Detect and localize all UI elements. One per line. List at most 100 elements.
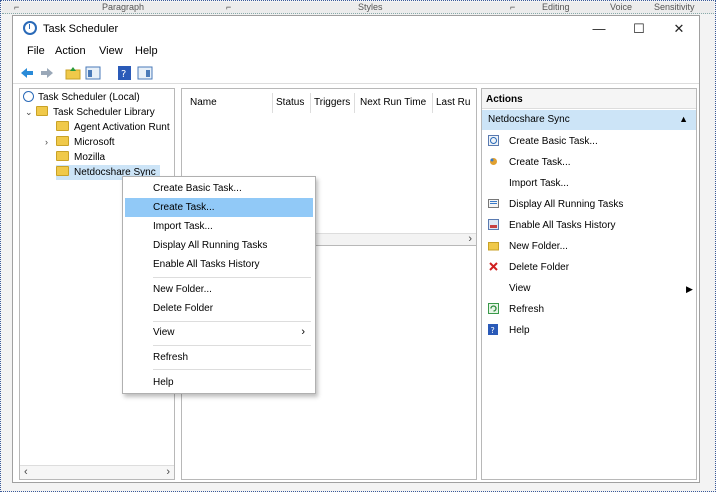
ctx-create-basic-task[interactable]: Create Basic Task...	[125, 179, 313, 198]
column-divider[interactable]	[432, 93, 433, 113]
delete-icon	[489, 262, 498, 271]
tree-horizontal-scrollbar[interactable]: ‹ ›	[20, 465, 174, 479]
menu-separator	[153, 345, 311, 346]
back-icon[interactable]	[19, 66, 35, 80]
tree-item-mozilla[interactable]: Mozilla	[56, 150, 105, 165]
folder-icon	[56, 136, 69, 146]
ribbon-mark: ⌐	[226, 2, 232, 12]
actions-pane: Actions Netdocshare Sync ▲ Create Basic …	[481, 88, 697, 480]
show-hide-console-tree-icon[interactable]	[85, 66, 101, 80]
action-label: View	[509, 283, 531, 294]
action-enable-tasks-history[interactable]: Enable All Tasks History	[488, 217, 616, 235]
ctx-view-label: View	[153, 327, 175, 338]
action-delete-folder[interactable]: Delete Folder	[488, 259, 569, 277]
ribbon-label-editing: Editing	[542, 2, 570, 12]
close-button[interactable]: ✕	[659, 18, 699, 40]
forward-icon[interactable]	[39, 66, 55, 80]
menu-file[interactable]: File	[27, 45, 45, 57]
actions-section-netdocshare-sync[interactable]: Netdocshare Sync ▲	[482, 110, 696, 130]
scroll-right-arrow[interactable]: ›	[166, 466, 170, 478]
action-help[interactable]: ? Help	[488, 322, 530, 340]
tree-root-local[interactable]: Task Scheduler (Local)	[23, 90, 140, 105]
action-create-task[interactable]: Create Task...	[488, 154, 571, 172]
menu-action[interactable]: Action	[55, 45, 86, 57]
action-label: Create Task...	[509, 157, 571, 168]
folder-icon	[488, 242, 499, 251]
action-refresh[interactable]: Refresh	[488, 301, 544, 319]
menu-bar: File Action View Help	[13, 42, 699, 62]
folder-icon	[56, 151, 69, 161]
ribbon-mark: ⌐	[510, 2, 516, 12]
up-folder-icon[interactable]	[65, 66, 81, 80]
history-icon	[488, 219, 499, 230]
svg-text:?: ?	[121, 69, 126, 80]
ctx-view[interactable]: View ›	[125, 323, 313, 342]
ctx-create-task[interactable]: Create Task...	[125, 198, 313, 217]
background-ribbon: ⌐ Paragraph ⌐ Styles ⌐ Editing Voice Sen…	[2, 2, 714, 14]
chevron-down-icon[interactable]: ⌄	[25, 107, 33, 118]
action-create-basic-task[interactable]: Create Basic Task...	[488, 133, 598, 151]
ctx-help[interactable]: Help	[125, 373, 313, 392]
ribbon-label-paragraph: Paragraph	[102, 2, 145, 12]
help-toolbar-icon[interactable]: ?	[117, 66, 133, 80]
maximize-button[interactable]: ☐	[619, 18, 659, 40]
column-next-run-time[interactable]: Next Run Time	[360, 97, 426, 108]
ribbon-mark: ⌐	[14, 2, 20, 12]
column-status[interactable]: Status	[276, 97, 304, 108]
ribbon-label-voice: Voice	[610, 2, 633, 12]
tree-item-label: Mozilla	[74, 152, 106, 163]
menu-help[interactable]: Help	[135, 45, 158, 57]
library-folder-icon	[36, 106, 48, 116]
minimize-button[interactable]: —	[579, 18, 619, 40]
scroll-left-arrow[interactable]: ‹	[24, 466, 28, 478]
column-name[interactable]: Name	[190, 97, 217, 108]
action-label: Help	[509, 325, 530, 336]
action-import-task[interactable]: Import Task...	[488, 175, 569, 193]
actions-header: Actions	[482, 89, 696, 109]
tree-item-microsoft[interactable]: Microsoft	[56, 135, 115, 150]
ribbon-label-styles: Styles	[358, 2, 383, 12]
running-tasks-icon	[488, 199, 499, 208]
svg-text:?: ?	[491, 326, 495, 335]
toolbar: ?	[13, 62, 699, 84]
show-hide-action-pane-icon[interactable]	[137, 66, 153, 80]
create-basic-task-icon	[488, 135, 499, 146]
tree-library[interactable]: Task Scheduler Library	[36, 105, 155, 120]
task-scheduler-clock-icon	[23, 21, 37, 35]
column-divider[interactable]	[354, 93, 355, 113]
ctx-refresh[interactable]: Refresh	[125, 348, 313, 367]
folder-icon	[56, 121, 69, 131]
help-icon: ?	[488, 324, 498, 335]
column-divider[interactable]	[272, 93, 273, 113]
collapse-up-icon[interactable]: ▲	[679, 114, 688, 124]
menu-separator	[153, 369, 311, 370]
action-label: Refresh	[509, 304, 545, 315]
action-view[interactable]: View ▶	[488, 280, 693, 298]
ctx-enable-tasks-history[interactable]: Enable All Tasks History	[125, 255, 313, 274]
tree-item-agent-activation[interactable]: Agent Activation Runt	[56, 120, 170, 135]
action-label: New Folder...	[509, 241, 568, 252]
ctx-new-folder[interactable]: New Folder...	[125, 280, 313, 299]
action-label: Create Basic Task...	[509, 136, 598, 147]
column-divider[interactable]	[310, 93, 311, 113]
menu-view[interactable]: View	[99, 45, 123, 57]
chevron-right-icon[interactable]: ›	[45, 137, 48, 147]
column-last-run[interactable]: Last Ru	[436, 97, 470, 108]
column-triggers[interactable]: Triggers	[314, 97, 350, 108]
action-display-running-tasks[interactable]: Display All Running Tasks	[488, 196, 623, 214]
create-task-icon	[490, 158, 497, 165]
tree-item-label: Microsoft	[74, 137, 115, 148]
action-label: Delete Folder	[509, 262, 570, 273]
clock-icon	[23, 91, 34, 102]
action-label: Enable All Tasks History	[509, 220, 616, 231]
actions-section-label: Netdocshare Sync	[488, 114, 570, 125]
window-title: Task Scheduler	[43, 23, 119, 35]
ctx-display-running-tasks[interactable]: Display All Running Tasks	[125, 236, 313, 255]
ribbon-label-sensitivity: Sensitivity	[654, 2, 695, 12]
action-new-folder[interactable]: New Folder...	[488, 238, 568, 256]
ctx-delete-folder[interactable]: Delete Folder	[125, 299, 313, 318]
submenu-chevron-icon: ›	[301, 326, 305, 338]
blank-icon	[488, 282, 499, 293]
ctx-import-task[interactable]: Import Task...	[125, 217, 313, 236]
scroll-right-arrow[interactable]: ›	[468, 233, 472, 245]
